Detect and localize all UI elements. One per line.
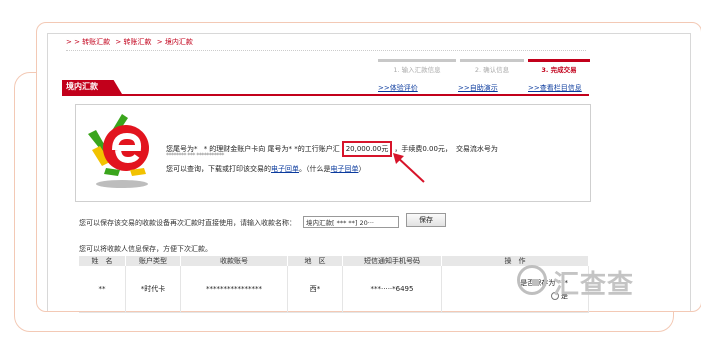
- save-payee-text: 您可以保存该交易的收款设备再次汇款时直接使用，请输入收款名称：: [79, 219, 296, 227]
- what-is-receipt-link[interactable]: 电子回单: [331, 165, 359, 173]
- annotation-arrow-icon: [393, 153, 425, 183]
- step-2: 2. 确认信息: [460, 59, 524, 74]
- col-account-type: 账户类型: [125, 256, 181, 266]
- cell-account-no: ****************: [180, 266, 288, 313]
- payee-name-input[interactable]: 境内汇款[ *** **] 20···: [303, 216, 399, 228]
- step-indicator: 1. 输入汇款信息 2. 确认信息 3. 完成交易: [378, 59, 590, 74]
- save-button[interactable]: 保存: [406, 213, 446, 227]
- serial-number: ******** *** ***********: [166, 152, 224, 159]
- col-account-no: 收款账号: [180, 256, 288, 266]
- watermark: 汇查查: [517, 262, 647, 302]
- breadcrumb-item[interactable]: > > 转账汇款: [66, 38, 110, 46]
- col-region: 地 区: [287, 256, 343, 266]
- cell-name: **: [79, 266, 126, 313]
- step-label: 1. 输入汇款信息: [393, 66, 441, 74]
- cell-account-type: *时代卡: [125, 266, 181, 313]
- demo-link[interactable]: >>自助演示: [458, 83, 498, 93]
- col-name: 姓 名: [79, 256, 126, 266]
- breadcrumb-item[interactable]: > 转账汇款: [115, 38, 151, 46]
- breadcrumb-item[interactable]: > 境内汇款: [157, 38, 193, 46]
- cell-phone: ***·····*6495: [342, 266, 442, 313]
- payee-table: 姓 名 账户类型 收款账号 地 区 短信通知手机号码 操 作 ** *时代卡 *…: [79, 256, 589, 313]
- tab-bar: 境内汇款 >>体验评价 >>自助演示 >>查看栏目信息: [62, 80, 589, 96]
- tab-domestic-transfer[interactable]: 境内汇款: [62, 80, 122, 94]
- step-label: 2. 确认信息: [474, 66, 510, 74]
- receipt-link[interactable]: 电子回单: [271, 165, 299, 173]
- cell-region: 西*: [287, 266, 343, 313]
- save-hint: 您可以将收款人信息保存，方便下次汇款。: [79, 245, 212, 253]
- watermark-text: 汇查查: [553, 270, 635, 300]
- divider: [66, 50, 586, 51]
- table-row: ** *时代卡 **************** 西* ***·····*649…: [79, 266, 589, 313]
- step-label: 3. 完成交易: [541, 66, 577, 74]
- col-phone: 短信通知手机号码: [342, 256, 442, 266]
- step-1: 1. 输入汇款信息: [378, 59, 456, 74]
- feedback-link[interactable]: >>体验评价: [378, 83, 418, 93]
- breadcrumb: > > 转账汇款 > 转账汇款 > 境内汇款: [66, 37, 196, 47]
- transfer-amount: 20,000.00元: [341, 141, 393, 157]
- column-info-link[interactable]: >>查看栏目信息: [528, 83, 582, 93]
- result-line-3: 您可以查询，下载或打印该交易的电子回单。（什么是电子回单）: [166, 165, 366, 173]
- success-e-logo-icon: [88, 114, 149, 188]
- step-3: 3. 完成交易: [528, 59, 590, 74]
